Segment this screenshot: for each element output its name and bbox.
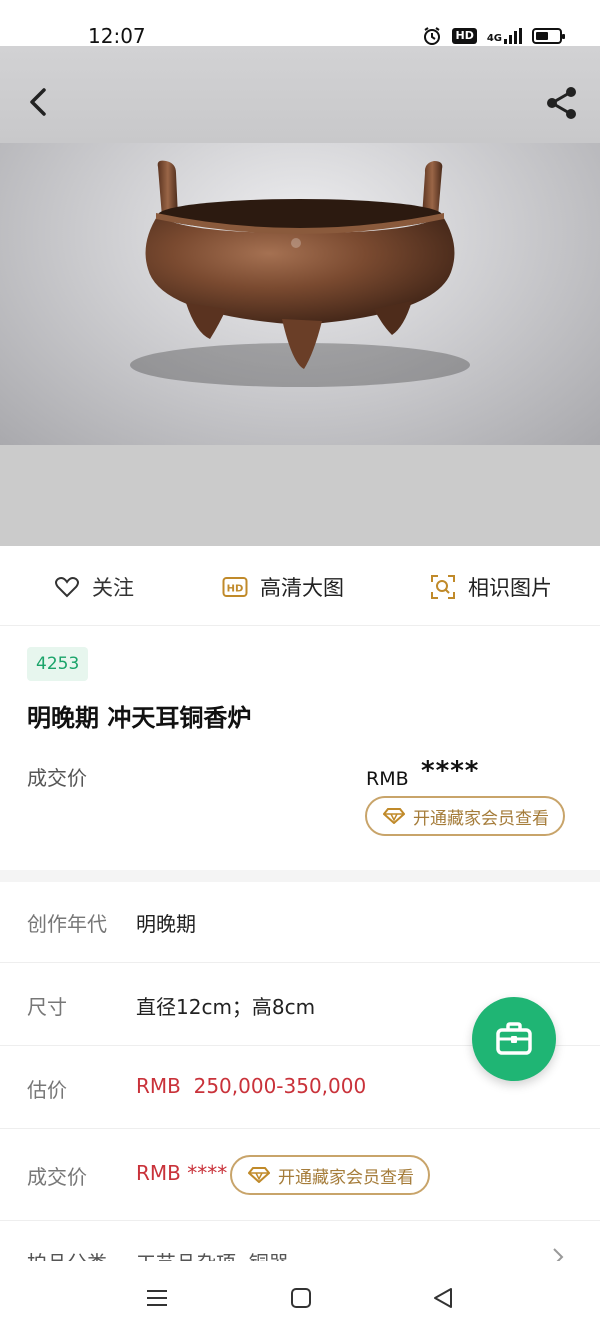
detail-row-category[interactable]: 拍品分类 工艺品杂项 铜器 [0, 1221, 600, 1261]
product-image[interactable] [0, 143, 600, 445]
image-search-icon [431, 575, 455, 599]
status-icons: HD 4G [422, 26, 565, 46]
similar-images-label: 相识图片 [468, 576, 552, 600]
estimate-value: RMB 250,000-350,000 [136, 1074, 367, 1098]
auction-lot-screen: 12:07 HD 4G 关注 HD 高清大图 相识图片 4253 明晚期 冲天耳… [0, 0, 600, 1333]
detail-row-era: 创作年代 明晚期 [0, 880, 600, 963]
deal-price-currency: RMB [366, 768, 409, 790]
vip-unlock-button[interactable]: 开通藏家会员查看 [365, 796, 565, 836]
signal-icon: 4G [487, 28, 522, 44]
deal-value: RMB **** [136, 1161, 228, 1185]
hd-image-button[interactable]: HD 高清大图 [222, 572, 344, 602]
hero-bottom-band [0, 445, 600, 546]
vip-unlock-button-inline[interactable]: 开通藏家会员查看 [230, 1155, 430, 1195]
menu-icon[interactable] [144, 1285, 170, 1311]
network-label: 4G [486, 33, 502, 44]
estimate-label: 估价 [27, 1078, 67, 1102]
era-value: 明晚期 [136, 912, 196, 936]
diamond-icon [248, 1167, 270, 1183]
lot-title: 明晚期 冲天耳铜香炉 [27, 704, 252, 732]
size-value: 直径12cm；高8cm [136, 995, 316, 1019]
heart-icon [55, 577, 79, 598]
deal-label: 成交价 [27, 1165, 87, 1189]
lot-number-badge: 4253 [27, 647, 89, 681]
similar-images-button[interactable]: 相识图片 [430, 572, 552, 602]
battery-icon [532, 28, 565, 44]
category-value: 工艺品杂项 铜器 [136, 1247, 289, 1261]
hd-image-icon: HD [222, 577, 248, 597]
vip-unlock-inline-label: 开通藏家会员查看 [278, 1167, 414, 1188]
follow-button[interactable]: 关注 [54, 572, 134, 602]
deal-price-masked: **** [421, 756, 480, 786]
system-nav-bar [0, 1261, 600, 1333]
era-label: 创作年代 [27, 912, 107, 936]
briefcase-icon [496, 1022, 532, 1055]
follow-label: 关注 [92, 576, 134, 600]
home-square-icon[interactable] [288, 1285, 314, 1311]
hd-icon: HD [452, 28, 477, 44]
briefcase-fab-button[interactable] [472, 997, 556, 1081]
status-time: 12:07 [88, 24, 146, 48]
deal-price-label: 成交价 [27, 766, 87, 790]
hd-image-label: 高清大图 [260, 576, 344, 600]
category-label: 拍品分类 [27, 1247, 107, 1261]
alarm-icon [424, 27, 441, 45]
hero-top-band [0, 46, 600, 144]
chevron-right-icon [553, 1248, 564, 1261]
size-label: 尺寸 [27, 995, 67, 1019]
status-bar: 12:07 HD 4G [0, 0, 600, 48]
hd-icon-text: HD [227, 584, 244, 595]
back-triangle-icon[interactable] [430, 1285, 456, 1311]
bronze-censer-image [130, 160, 470, 387]
chevron-left-icon[interactable] [20, 84, 56, 120]
action-bar: 关注 HD 高清大图 相识图片 [0, 546, 600, 626]
vip-unlock-label: 开通藏家会员查看 [413, 808, 549, 829]
share-icon[interactable] [543, 84, 581, 122]
diamond-icon [383, 808, 405, 824]
